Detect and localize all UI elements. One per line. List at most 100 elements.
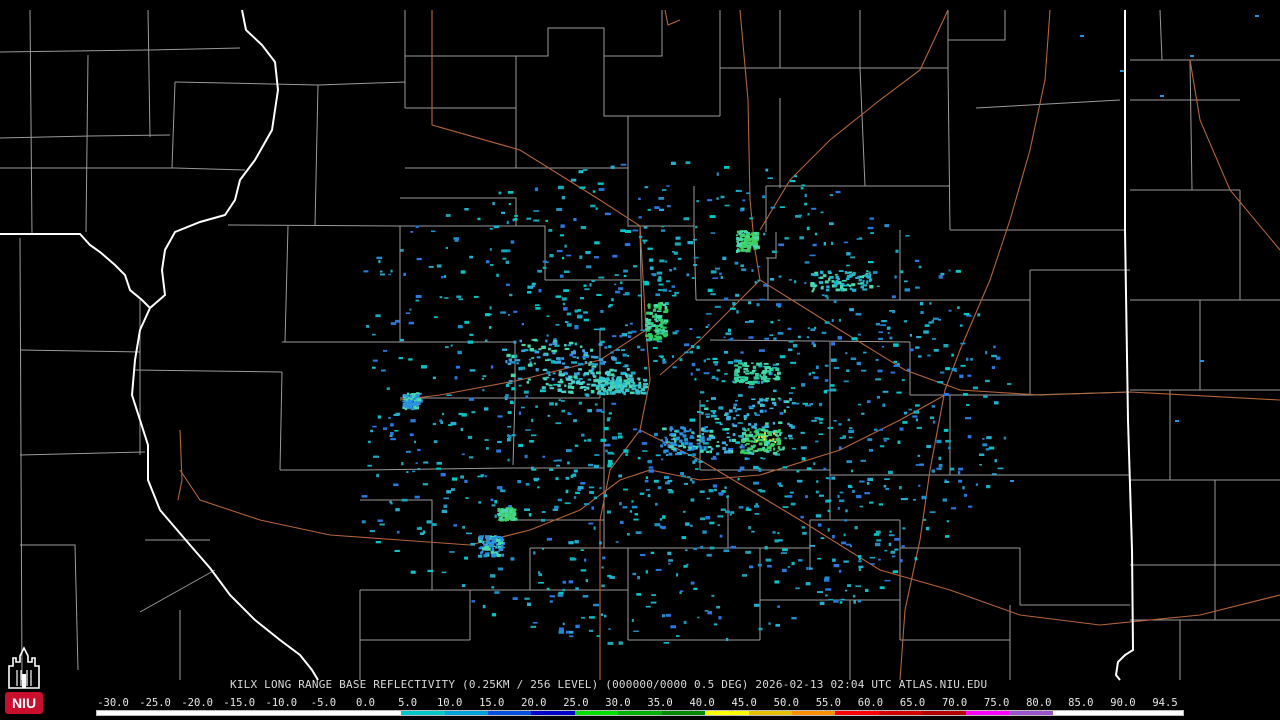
echo-pixel (892, 570, 899, 574)
echo-pixel (725, 444, 728, 446)
echo-pixel (582, 349, 585, 353)
echo-pixel (465, 497, 469, 499)
echo-pixel (559, 274, 564, 278)
legend-label: 65.0 (899, 697, 926, 709)
echo-pixel (594, 363, 598, 366)
echo-pixel (556, 459, 563, 462)
echo-pixel (436, 461, 442, 465)
echo-pixel (840, 285, 844, 288)
echo-pixel (1003, 436, 1007, 440)
echo-pixel (723, 336, 726, 339)
echo-pixel (485, 260, 490, 264)
echo-pixel (818, 281, 823, 285)
echo-pixel (882, 390, 889, 393)
echo-pixel (490, 498, 494, 502)
echo-pixel (764, 546, 768, 550)
echo-pixel (567, 385, 572, 389)
echo-pixel (591, 506, 594, 510)
echo-pixel (839, 491, 844, 494)
echo-pixel (875, 358, 879, 361)
echo-pixel (948, 269, 951, 272)
echo-pixel (577, 371, 580, 376)
echo-pixel (471, 600, 475, 603)
echo-pixel (625, 453, 628, 456)
echo-pixel (848, 429, 855, 434)
echo-pixel (940, 272, 945, 276)
echo-pixel (449, 551, 455, 553)
echo-pixel (964, 493, 967, 497)
echo-pixel (532, 622, 538, 624)
echo-pixel (725, 428, 730, 431)
echo-pixel (684, 437, 688, 441)
echo-pixel (649, 311, 653, 315)
echo-pixel (722, 446, 727, 450)
echo-pixel (787, 566, 791, 568)
echo-pixel (552, 352, 556, 355)
echo-pixel (709, 429, 714, 433)
echo-pixel (723, 549, 730, 553)
echo-pixel (417, 448, 421, 452)
echo-pixel (439, 419, 442, 422)
echo-pixel (460, 270, 466, 274)
echo-pixel (724, 204, 730, 207)
echo-pixel (684, 343, 690, 347)
echo-pixel (441, 275, 444, 279)
echo-pixel (754, 427, 757, 429)
echo-pixel (482, 375, 487, 377)
echo-pixel (607, 464, 612, 468)
echo-pixel (759, 438, 763, 442)
echo-pixel (548, 384, 553, 387)
echo-pixel (563, 307, 568, 311)
echo-pixel (740, 248, 744, 252)
echo-pixel (496, 554, 501, 558)
echo-pixel (841, 279, 847, 282)
echo-pixel (707, 446, 712, 449)
echo-pixel (517, 377, 523, 380)
echo-pixel (654, 523, 661, 527)
echo-pixel (495, 535, 498, 539)
echo-pixel (876, 539, 882, 542)
echo-pixel (722, 256, 727, 261)
echo-pixel (528, 513, 532, 517)
echo-pixel (648, 469, 654, 473)
echo-pixel (695, 368, 700, 371)
echo-pixel (716, 172, 719, 176)
echo-pixel (778, 243, 785, 247)
echo-pixel (689, 418, 696, 422)
echo-pixel (593, 375, 597, 378)
echo-pixel (612, 391, 616, 395)
echo-pixel (736, 237, 740, 241)
echo-pixel (644, 186, 649, 189)
echo-pixel (622, 506, 628, 509)
echo-pixel (596, 293, 602, 296)
echo-pixel (730, 511, 735, 514)
echo-pixel (373, 455, 379, 458)
echo-pixel (900, 498, 907, 501)
legend-label: 30.0 (605, 697, 631, 709)
echo-pixel (765, 422, 769, 425)
echo-pixel (605, 383, 609, 386)
echo-pixel (640, 329, 646, 331)
echo-pixel (560, 234, 564, 237)
echo-pixel (567, 461, 570, 465)
echo-pixel (807, 327, 810, 330)
echo-pixel (768, 622, 771, 625)
echo-pixel (546, 334, 549, 337)
echo-pixel (753, 481, 759, 485)
echo-pixel (446, 490, 451, 494)
colorbar-segment (444, 711, 488, 715)
echo-pixel (469, 369, 476, 372)
echo-pixel (918, 484, 921, 487)
echo-pixel (662, 333, 666, 336)
echo-pixel (849, 427, 853, 429)
legend-label: 15.0 (479, 697, 505, 709)
echo-pixel (662, 614, 666, 618)
echo-pixel (810, 273, 814, 276)
echo-pixel (585, 579, 588, 583)
echo-pixel (708, 436, 712, 439)
echo-pixel (661, 225, 665, 228)
echo-pixel (746, 248, 751, 253)
echo-pixel (838, 569, 842, 573)
echo-pixel (578, 378, 583, 380)
echo-pixel (467, 340, 473, 344)
